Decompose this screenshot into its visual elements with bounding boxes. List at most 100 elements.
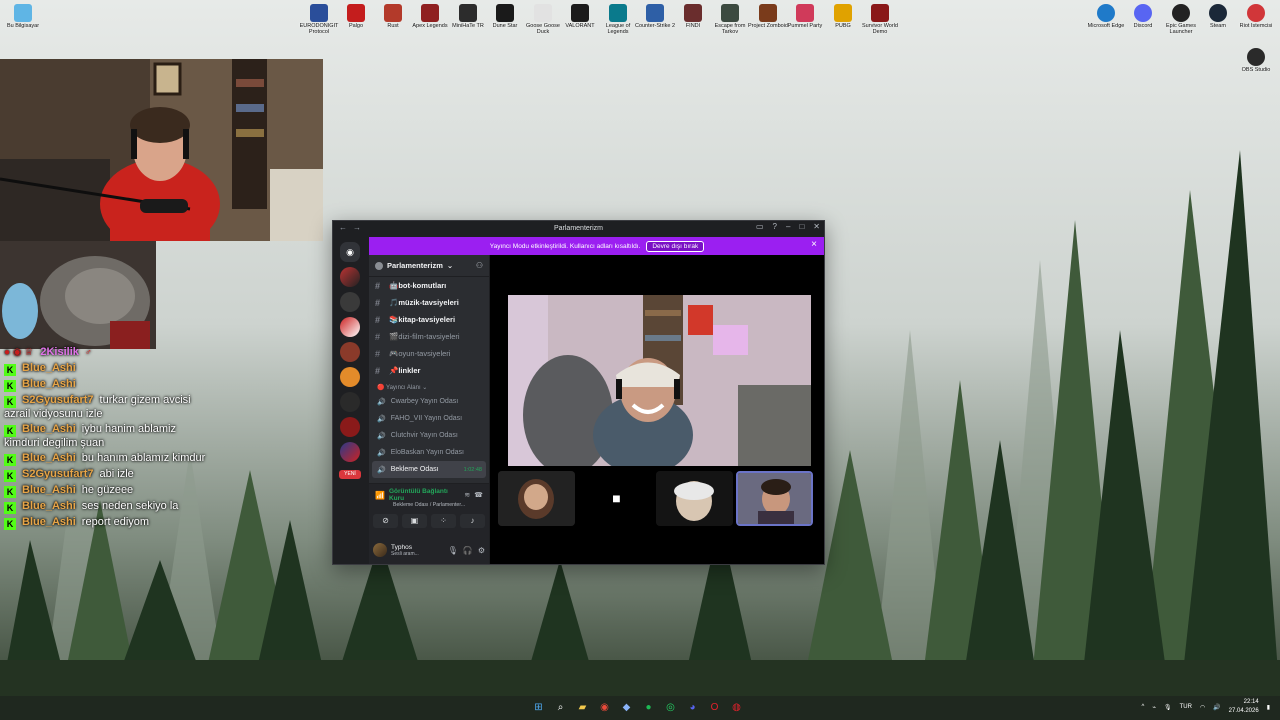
minimize-button[interactable]: – <box>786 222 790 231</box>
server-icon[interactable] <box>340 417 360 437</box>
title-bar[interactable]: ←→ Parlamenterizm ▭ ? – □ ✕ <box>333 221 824 236</box>
chat-message: K Blue_Ashi iybu hanim ablamiz <box>4 421 244 437</box>
desktop-shortcut[interactable]: Bu Bilgisayar <box>0 2 46 29</box>
apex-icon <box>421 4 439 22</box>
camera-icon: ■ <box>612 490 621 506</box>
avatar[interactable] <box>373 543 387 557</box>
kick-badge-icon: K <box>4 425 16 437</box>
disconnect-icon[interactable]: ☎ <box>474 491 483 499</box>
participant-tile[interactable] <box>498 471 575 526</box>
riot-icon <box>1247 4 1265 22</box>
whatsapp-icon[interactable]: ◎ <box>662 699 679 716</box>
volume-icon[interactable]: 🔊 <box>1213 704 1220 711</box>
mic-tray-icon[interactable]: 🎙 <box>1164 704 1172 711</box>
server-icon[interactable] <box>340 367 360 387</box>
clock[interactable]: 22:14 27.04.2026 <box>1229 698 1259 716</box>
kick-badge-icon: K <box>4 470 16 482</box>
noise-suppression-icon[interactable]: ≋ <box>464 491 470 499</box>
opera-icon[interactable]: O <box>706 699 723 716</box>
screen-share-button[interactable]: ▣ <box>402 514 427 528</box>
chrome-icon[interactable]: ◉ <box>596 699 613 716</box>
desktop-icons: Bu Bilgisayar EURODONIGIT Protocol Palgo Ru… <box>0 2 1280 73</box>
discord-home-icon[interactable]: ◉ <box>340 242 360 262</box>
inbox-icon[interactable]: ▭ <box>756 222 764 231</box>
microphone-icon[interactable]: 🎙 <box>448 546 458 555</box>
text-channel[interactable]: # 📌linkler <box>369 362 489 379</box>
participant-tile-selected[interactable] <box>736 471 813 526</box>
hash-icon: # <box>375 280 381 291</box>
focused-video[interactable] <box>508 295 811 466</box>
server-icon[interactable] <box>340 292 360 312</box>
stream-chat: ● ◉ ♕ 2Kisilik ♂ K Blue_Ashi K Blue_Ashi K S2… <box>4 344 244 530</box>
chat-username[interactable]: Blue_Ashi <box>22 378 76 390</box>
activities-button[interactable]: ⁘ <box>431 514 456 528</box>
tarkov-icon <box>721 4 739 22</box>
discord-icon[interactable]: ◕ <box>684 699 701 716</box>
chat-username[interactable]: Blue_Ashi <box>22 423 76 435</box>
chat-username[interactable]: Blue_Ashi <box>22 516 76 528</box>
signal-icon: 📶 <box>375 490 385 500</box>
chevron-up-icon[interactable]: ^ <box>1142 704 1145 710</box>
headphones-icon[interactable]: 🎧 <box>463 546 473 555</box>
voice-channel[interactable]: 🔊 Bekleme Odası 1:02:48 <box>372 461 486 478</box>
chat-text: abi izle <box>99 468 134 480</box>
chat-message-continuation: azrail vidyosunu izle <box>4 408 244 421</box>
settings-gear-icon[interactable]: ⚙ <box>478 546 485 555</box>
text-channel[interactable]: # 🤖bot-komutları <box>369 277 489 294</box>
text-channel[interactable]: # 🎬dizi-film-tavsiyeleri <box>369 328 489 345</box>
spotify-icon[interactable]: ● <box>640 699 657 716</box>
server-icon[interactable] <box>340 442 360 462</box>
server-icon[interactable] <box>340 317 360 337</box>
banner-close-icon[interactable]: × <box>811 239 817 250</box>
discord-window[interactable]: ←→ Parlamenterizm ▭ ? – □ ✕ Yayıncı Modu… <box>332 220 825 565</box>
notification-icon[interactable]: ▮ <box>1267 704 1270 711</box>
camera-off-button[interactable]: ⊘ <box>373 514 398 528</box>
text-channel[interactable]: # 🎵müzik-tavsiyeleri <box>369 294 489 311</box>
voice-channel[interactable]: 🔊 Clutchvir Yayın Odası <box>369 427 489 444</box>
wifi-icon[interactable]: ◠ <box>1200 704 1205 711</box>
hash-icon: # <box>375 314 381 325</box>
add-member-icon[interactable]: ⚇ <box>476 261 483 270</box>
chat-username[interactable]: S2Gyusufart7 <box>22 394 94 406</box>
server-icon[interactable] <box>340 342 360 362</box>
maximize-button[interactable]: □ <box>799 222 804 231</box>
search-icon[interactable]: ⌕ <box>552 699 569 716</box>
chat-username[interactable]: S2Gyusufart7 <box>22 468 94 480</box>
obs-icon <box>1247 48 1265 66</box>
file-explorer-icon[interactable]: ▰ <box>574 699 591 716</box>
voice-channel[interactable]: 🔊 FAHO_VII Yayın Odası <box>369 410 489 427</box>
participant-tile[interactable] <box>656 471 733 526</box>
close-button[interactable]: ✕ <box>813 222 820 231</box>
chat-header: ● ◉ ♕ 2Kisilik ♂ <box>4 344 244 360</box>
participant-tile-camera-off[interactable]: ■ <box>578 471 655 526</box>
app-icon[interactable]: ◍ <box>728 699 745 716</box>
voice-channel[interactable]: 🔊 EloBaskan Yayın Odası <box>369 444 489 461</box>
chat-username[interactable]: Blue_Ashi <box>22 500 76 512</box>
chat-username[interactable]: Blue_Ashi <box>22 362 76 374</box>
steam-icon[interactable]: ◆ <box>618 699 635 716</box>
server-icon[interactable] <box>340 267 360 287</box>
disable-streamer-mode-button[interactable]: Devre dışı bırak <box>646 240 705 252</box>
start-windows-icon[interactable]: ⊞ <box>530 699 547 716</box>
text-channel[interactable]: # 🎮oyun-tavsiyeleri <box>369 345 489 362</box>
guild-header[interactable]: Parlamenterizm ⌄ ⚇ <box>369 255 489 277</box>
game-icon <box>871 4 889 22</box>
chat-username[interactable]: Blue_Ashi <box>22 484 76 496</box>
desktop-shortcut[interactable]: Survivor World Demo <box>857 2 903 35</box>
voice-category-label[interactable]: 🔴 Yayıncı Alanı ⌄ <box>369 379 489 393</box>
desktop-shortcut[interactable]: OBS Studio <box>1233 46 1279 73</box>
desktop-shortcut[interactable]: Riot Istemcisi <box>1233 2 1279 29</box>
chat-username[interactable]: Blue_Ashi <box>22 452 76 464</box>
network-icon[interactable]: ⌁ <box>1152 704 1156 711</box>
server-icon[interactable] <box>340 392 360 412</box>
help-icon[interactable]: ? <box>773 222 777 231</box>
voice-connection-panel: 📶 Görüntülü Bağlantı Kuru ≋ ☎ Bekleme Od… <box>369 483 489 535</box>
chat-text: he güzeee <box>81 484 134 496</box>
text-channel[interactable]: # 📚kitap-tavsiyeleri <box>369 311 489 328</box>
language-indicator[interactable]: TUR <box>1180 704 1192 710</box>
back-forward-icon[interactable]: ←→ <box>339 223 367 232</box>
voice-channel[interactable]: 🔊 Cwarbey Yayın Odası <box>369 393 489 410</box>
chat-text: report ediyom <box>81 516 150 528</box>
viewer-icon: ♂ <box>84 347 92 357</box>
soundboard-button[interactable]: ♪ <box>460 514 485 528</box>
